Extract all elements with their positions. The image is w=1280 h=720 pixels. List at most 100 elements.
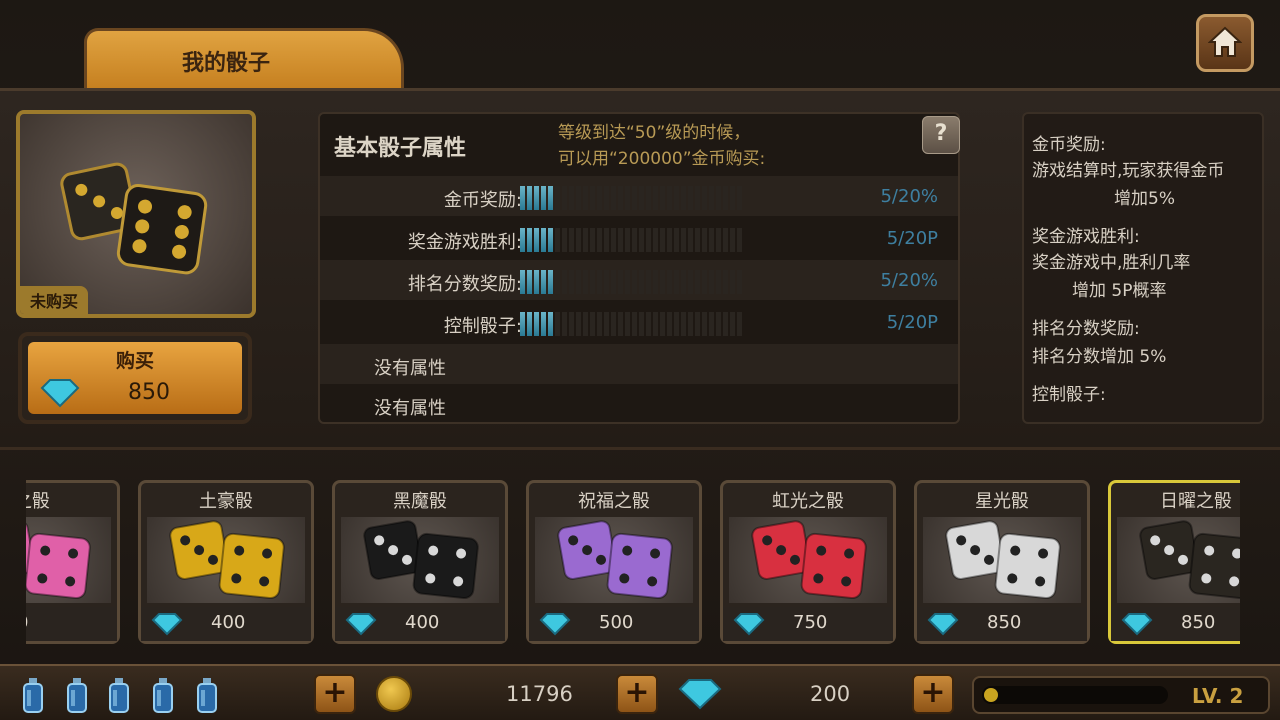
bar-segment: [737, 312, 742, 336]
bar-segment: [667, 228, 672, 252]
attribute-row-rank: 排名分数奖励: 5/20%: [320, 260, 958, 300]
bar-segment: [709, 312, 714, 336]
bar-segment: [590, 228, 595, 252]
attribute-name: 控制骰子:: [443, 316, 522, 337]
coin-count: 11796: [506, 682, 573, 706]
bar-segment: [688, 228, 693, 252]
unlock-note-line2: 可以用“200000”金币购买:: [558, 149, 766, 169]
bar-segment: [590, 312, 595, 336]
bar-segment: [681, 270, 686, 294]
bar-segment: [674, 312, 679, 336]
bar-segment: [576, 228, 581, 252]
dice-price-bar: 850: [1111, 607, 1240, 641]
dice-price: 850: [1181, 612, 1216, 633]
bar-segment: [583, 228, 588, 252]
bar-segment: [646, 270, 651, 294]
bar-segment: [681, 312, 686, 336]
dice-image: [341, 517, 499, 603]
bar-segment: [688, 312, 693, 336]
bar-segment: [604, 270, 609, 294]
bar-segment: [562, 186, 567, 210]
desc-line: 游戏结算时,玩家获得金币: [1032, 161, 1225, 181]
bar-segment: [716, 228, 721, 252]
bar-segment: [534, 312, 539, 336]
home-button[interactable]: [1196, 14, 1254, 72]
dice-name: 虹光之骰: [772, 491, 844, 512]
bar-segment: [541, 270, 546, 294]
add-energy-button[interactable]: +: [314, 674, 356, 714]
bar-segment: [618, 186, 623, 210]
gem-icon: [151, 613, 183, 636]
bar-segment: [583, 270, 588, 294]
dice-card[interactable]: 虹光之骰 750: [720, 480, 896, 644]
desc-line: 排名分数奖励:: [1032, 319, 1140, 339]
energy-potion-icon: [108, 678, 130, 714]
buy-button[interactable]: 购买 850: [18, 332, 252, 424]
attribute-bar: [520, 312, 745, 336]
dice-card[interactable]: 之骰 0: [26, 480, 120, 644]
dice-price-bar: 850: [917, 607, 1087, 641]
buy-price: 850: [128, 380, 170, 405]
bar-segment: [576, 186, 581, 210]
bar-segment: [646, 312, 651, 336]
bar-segment: [534, 228, 539, 252]
bar-segment: [611, 228, 616, 252]
bar-segment: [534, 270, 539, 294]
bar-segment: [660, 186, 665, 210]
bar-segment: [695, 312, 700, 336]
bar-segment: [695, 228, 700, 252]
bar-segment: [583, 312, 588, 336]
bar-segment: [723, 270, 728, 294]
tab-my-dice[interactable]: 我的骰子: [84, 28, 404, 90]
bar-segment: [625, 270, 630, 294]
bar-segment: [716, 312, 721, 336]
energy-potion-icon: [196, 678, 218, 714]
gem-icon: [1121, 613, 1153, 636]
bar-segment: [569, 312, 574, 336]
bar-segment: [555, 270, 560, 294]
bar-segment: [569, 270, 574, 294]
bar-segment: [639, 228, 644, 252]
bar-segment: [702, 186, 707, 210]
dice-card[interactable]: 星光骰 850: [914, 480, 1090, 644]
bar-segment: [681, 186, 686, 210]
attribute-value: 5/20P: [886, 228, 938, 249]
bar-segment: [737, 270, 742, 294]
dice-shelf[interactable]: 之骰 0 土豪骰 400 黑魔骰 400 祝福之骰 500 虹光之骰 750 星光骰 850 日曜之骰 8…: [26, 474, 1240, 652]
dice-card[interactable]: 日曜之骰 850: [1108, 480, 1240, 644]
bar-segment: [597, 312, 602, 336]
attribute-row-empty2: 没有属性: [320, 384, 958, 424]
attributes-panel: 基本骰子属性 等级到达“50”级的时候， 可以用“200000”金币购买: ? 金…: [318, 112, 960, 424]
attribute-name: 排名分数奖励:: [407, 274, 522, 295]
bar-segment: [541, 228, 546, 252]
add-coins-button[interactable]: +: [616, 674, 658, 714]
energy-potion-icon: [66, 678, 88, 714]
attribute-value: 5/20%: [880, 270, 938, 291]
bar-segment: [667, 312, 672, 336]
bar-segment: [618, 228, 623, 252]
unlock-note-line1: 等级到达“50”级的时候，: [558, 123, 751, 143]
bar-segment: [625, 312, 630, 336]
bar-segment: [520, 228, 525, 252]
gem-icon: [678, 679, 722, 710]
dice-price: 750: [793, 612, 828, 633]
desc-line: 金币奖励:: [1032, 135, 1106, 155]
dice-card[interactable]: 黑魔骰 400: [332, 480, 508, 644]
gem-icon: [927, 613, 959, 636]
dice-card[interactable]: 土豪骰 400: [138, 480, 314, 644]
bar-segment: [604, 228, 609, 252]
bar-segment: [702, 312, 707, 336]
bar-segment: [730, 312, 735, 336]
dice-name: 星光骰: [975, 491, 1029, 512]
bar-segment: [527, 270, 532, 294]
dice-price-bar: 750: [723, 607, 893, 641]
bar-segment: [723, 312, 728, 336]
bar-segment: [555, 228, 560, 252]
dice-image: [147, 517, 305, 603]
add-gems-button[interactable]: +: [912, 674, 954, 714]
dice-card[interactable]: 祝福之骰 500: [526, 480, 702, 644]
dice-name: 日曜之骰: [1160, 491, 1232, 512]
level-label: LV. 2: [1192, 684, 1244, 708]
bar-segment: [660, 270, 665, 294]
help-button[interactable]: ?: [922, 116, 960, 154]
